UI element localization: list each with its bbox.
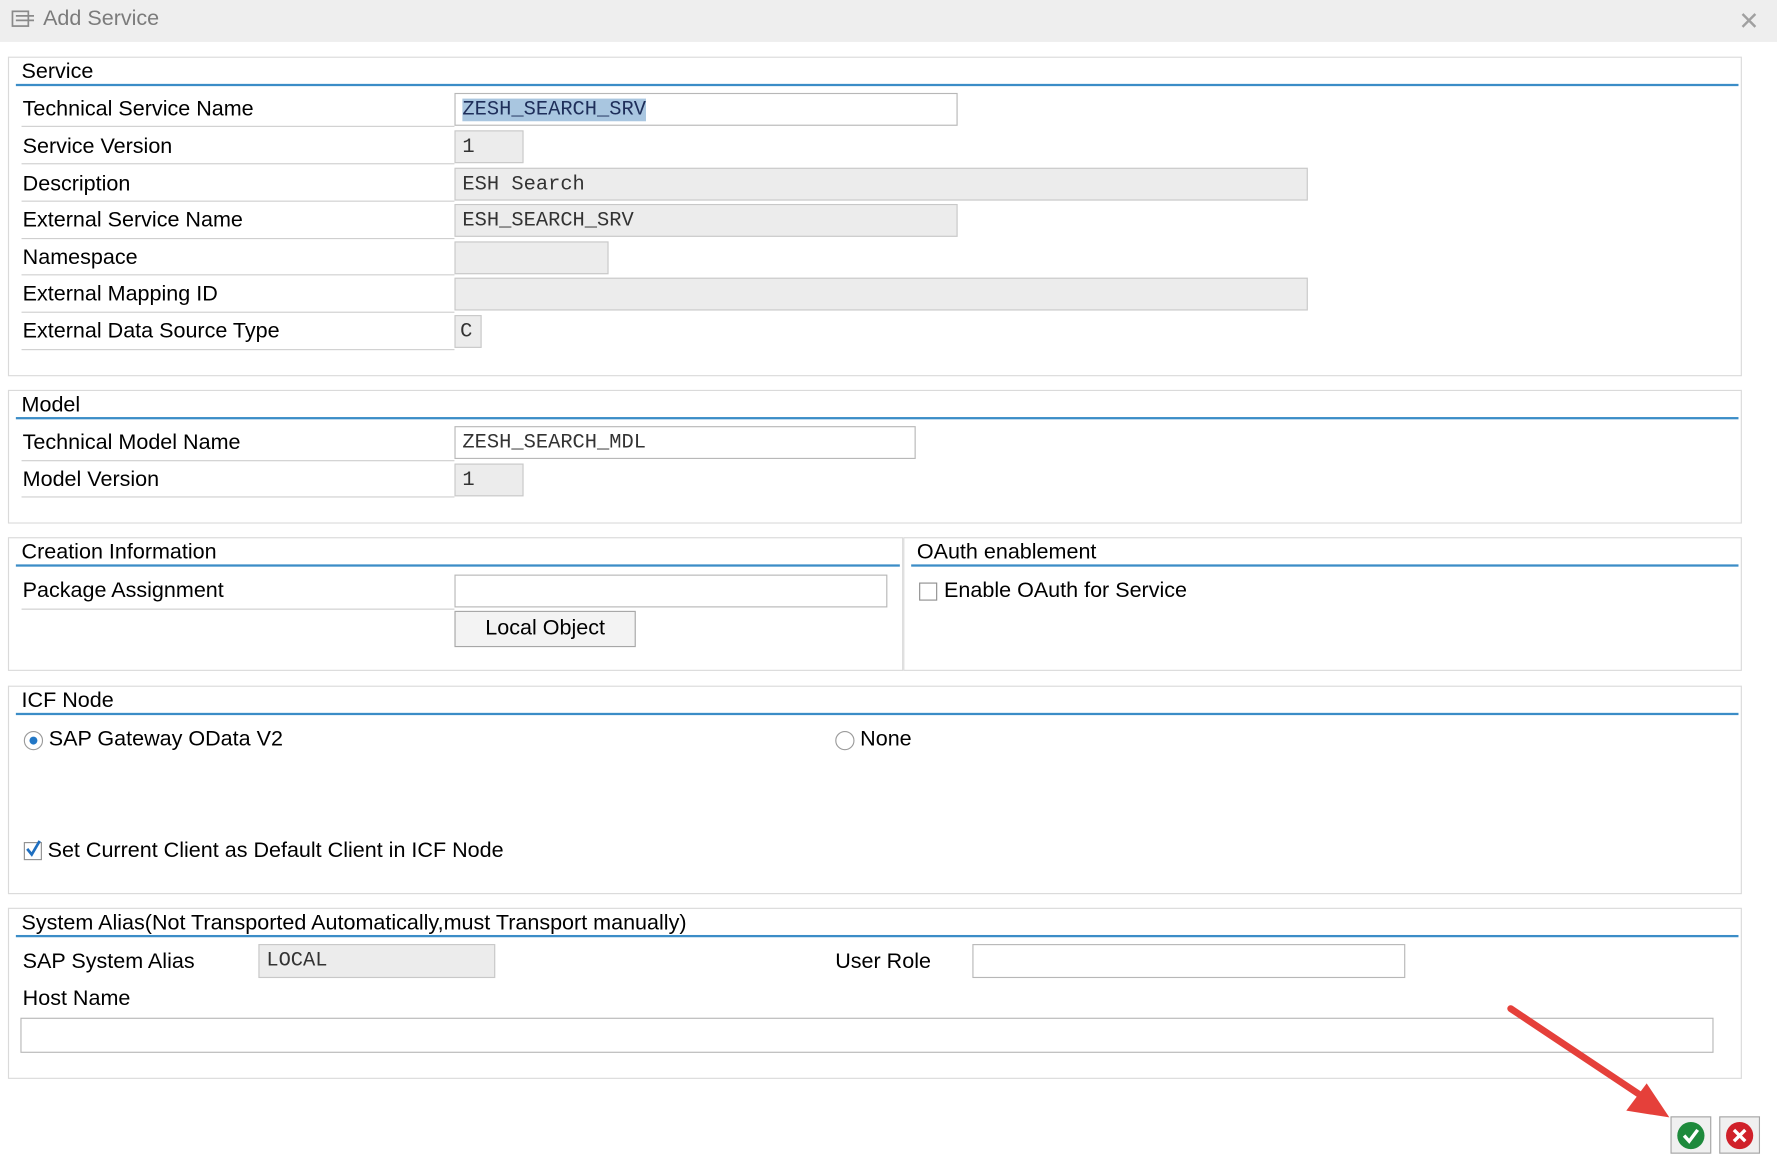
none-label: None [860, 727, 912, 752]
user-role-label: User Role [835, 949, 931, 974]
close-icon[interactable]: ✕ [1738, 7, 1759, 36]
external-service-name-field[interactable]: ESH_SEARCH_SRV [454, 203, 958, 237]
technical-model-name-label: Technical Model Name [22, 430, 241, 455]
technical-service-name-label: Technical Service Name [22, 97, 254, 122]
service-version-label: Service Version [22, 134, 173, 159]
namespace-label: Namespace [22, 245, 138, 270]
icf-section-rule [15, 712, 1739, 716]
default-client-checkbox[interactable] [23, 840, 42, 861]
model-section-title: Model [21, 393, 81, 418]
model-section-rule [15, 417, 1739, 420]
icf-section-title: ICF Node [21, 689, 114, 713]
package-assignment-field[interactable] [454, 574, 888, 608]
host-name-label: Host Name [22, 987, 131, 1011]
system-alias-section-rule [15, 934, 1739, 938]
default-client-label: Set Current Client as Default Client in … [47, 838, 504, 863]
model-version-field[interactable]: 1 [454, 463, 524, 497]
service-section-title: Service [21, 60, 94, 84]
oauth-section-rule [911, 564, 1739, 567]
external-service-name-label: External Service Name [22, 208, 243, 233]
external-data-source-type-field[interactable]: C [454, 315, 482, 348]
package-assignment-label: Package Assignment [22, 579, 224, 603]
enable-oauth-label: Enable OAuth for Service [944, 579, 1188, 603]
title-bar [0, 0, 1777, 42]
technical-service-name-field[interactable]: ZESH_SEARCH_SRV [454, 92, 958, 126]
enable-oauth-checkbox[interactable] [919, 582, 938, 601]
gateway-odata-v2-radio[interactable] [23, 730, 44, 751]
description-label: Description [22, 172, 131, 197]
gateway-odata-v2-label: SAP Gateway OData V2 [48, 727, 283, 752]
model-version-label: Model Version [22, 468, 160, 492]
technical-model-name-field[interactable]: ZESH_SEARCH_MDL [454, 426, 916, 459]
annotation-arrow-icon [1507, 1005, 1670, 1118]
window-title: Add Service [43, 6, 160, 31]
external-mapping-id-field[interactable] [454, 277, 1308, 311]
none-radio[interactable] [835, 730, 855, 751]
host-name-field[interactable] [20, 1017, 1714, 1053]
local-object-button[interactable]: Local Object [454, 610, 636, 648]
description-field[interactable]: ESH Search [454, 167, 1308, 201]
external-data-source-type-label: External Data Source Type [22, 319, 280, 344]
creation-section-title: Creation Information [21, 540, 217, 565]
sap-system-alias-field[interactable]: LOCAL [258, 944, 496, 979]
service-version-field[interactable]: 1 [454, 130, 524, 164]
checkmark-icon [26, 840, 41, 857]
namespace-field[interactable] [454, 241, 609, 275]
system-alias-panel: System Alias(Not Transported Automatical… [7, 907, 1742, 1079]
cancel-icon [1726, 1121, 1754, 1150]
sap-system-alias-label: SAP System Alias [22, 949, 195, 974]
system-alias-section-title: System Alias(Not Transported Automatical… [21, 911, 687, 935]
dialog-icon [11, 10, 34, 27]
user-role-field[interactable] [972, 944, 1406, 979]
creation-section-rule [15, 564, 900, 567]
external-mapping-id-label: External Mapping ID [22, 282, 218, 306]
oauth-section-title: OAuth enablement [916, 540, 1097, 565]
cancel-button[interactable] [1719, 1116, 1761, 1154]
service-section-rule [15, 83, 1739, 87]
